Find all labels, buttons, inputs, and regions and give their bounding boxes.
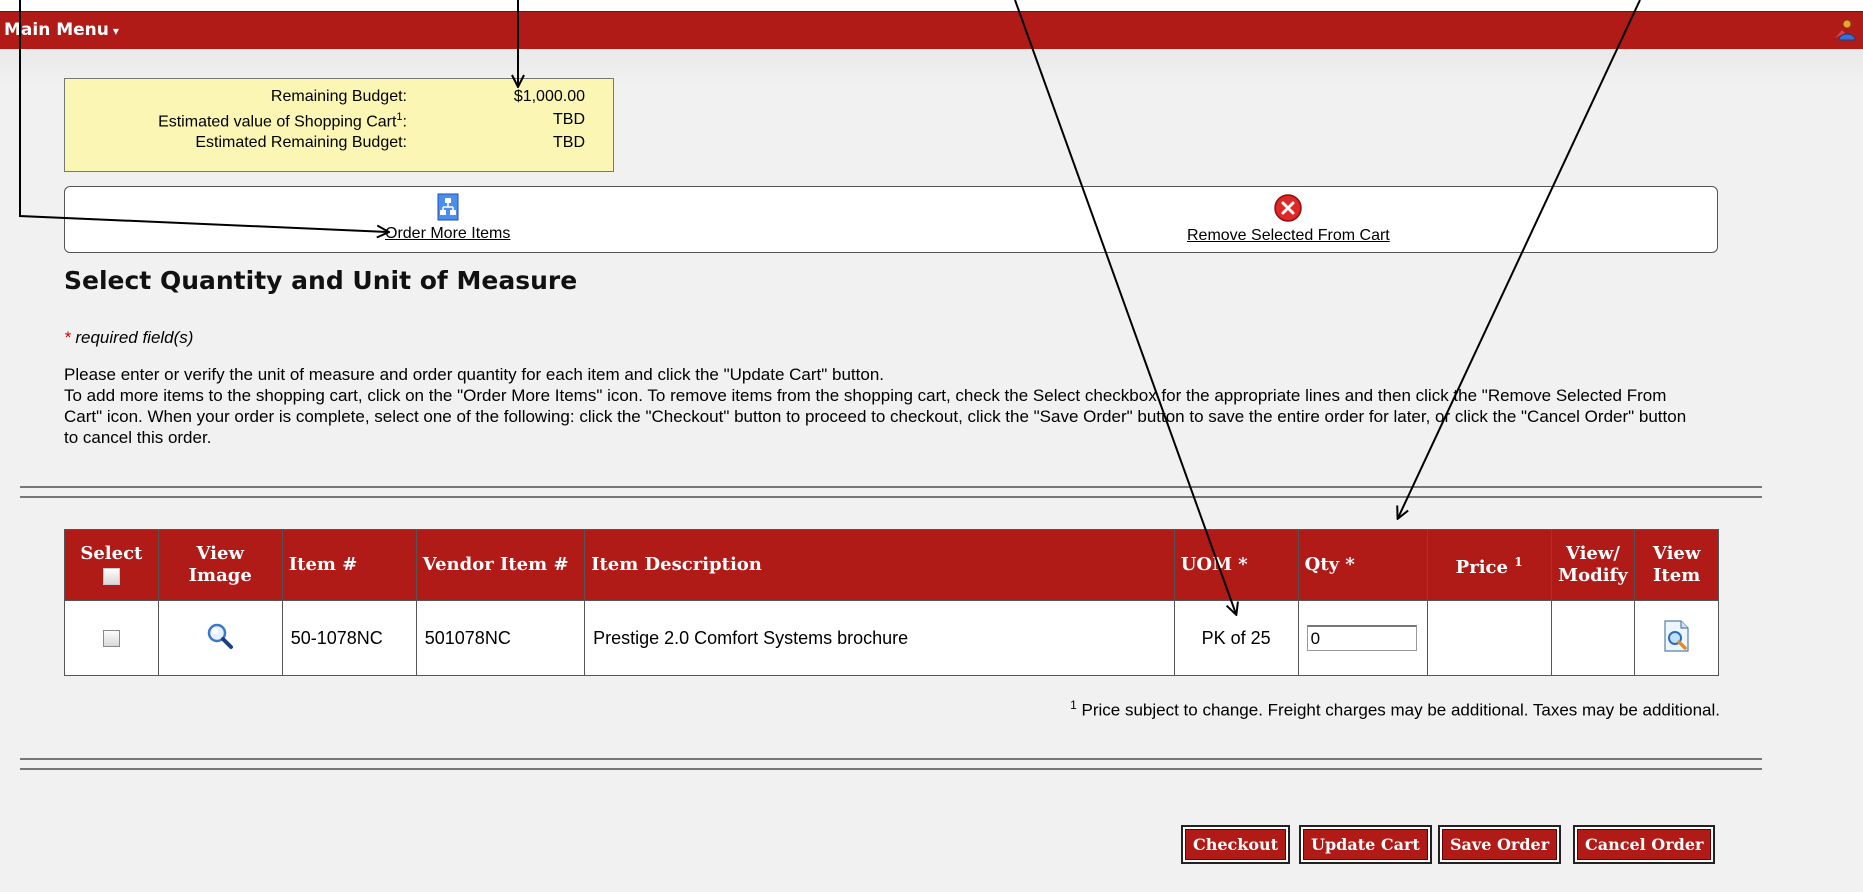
cell-view-image (157, 600, 283, 676)
cancel-order-button[interactable]: Cancel Order (1577, 829, 1712, 860)
remove-selected-action[interactable]: Remove Selected From Cart (1187, 193, 1390, 245)
cell-item-no: 50-1078NC (281, 600, 417, 676)
col-select: Select (64, 529, 159, 601)
cell-description: Prestige 2.0 Comfort Systems brochure (584, 600, 1175, 676)
cell-view-item (1634, 600, 1719, 676)
cart-action-bar: Order More Items Remove Selected From Ca… (64, 186, 1718, 253)
cart-value: TBD (553, 111, 585, 128)
user-icon[interactable] (1833, 18, 1857, 42)
top-strip (0, 0, 1863, 11)
budget-panel: Remaining Budget: $1,000.00 Estimated va… (64, 78, 614, 172)
cell-select (64, 600, 159, 676)
col-select-label: Select (80, 543, 143, 564)
col-view-item: View Item (1634, 529, 1719, 601)
cart-value-label: Estimated value of Shopping Cart1: (158, 111, 407, 131)
required-star: * (64, 328, 71, 347)
instructions-line-2: To add more items to the shopping cart, … (64, 386, 1687, 447)
col-vendor-item: Vendor Item # (415, 529, 586, 601)
checkout-button-frame: Checkout (1181, 825, 1291, 864)
save-order-button[interactable]: Save Order (1442, 829, 1558, 860)
footnote-marker: 1 (1070, 698, 1077, 712)
order-more-items-link[interactable]: Order More Items (385, 225, 510, 243)
page-title: Select Quantity and Unit of Measure (64, 266, 578, 295)
col-view-image-l2: Image (188, 565, 252, 586)
col-uom: UOM * (1173, 529, 1299, 601)
cell-view-modify (1550, 600, 1636, 676)
col-view-item-l2: Item (1653, 565, 1701, 586)
col-qty: Qty * (1297, 529, 1428, 601)
est-remaining-label: Estimated Remaining Budget: (195, 134, 407, 151)
qty-input[interactable] (1306, 625, 1417, 651)
footnote-text: Price subject to change. Freight charges… (1081, 700, 1721, 720)
col-view-image: View Image (157, 529, 283, 601)
update-cart-button-frame: Update Cart (1299, 825, 1432, 864)
table-row: 50-1078NC 501078NC Prestige 2.0 Comfort … (64, 600, 1719, 676)
remaining-budget-label: Remaining Budget: (270, 88, 407, 105)
checkout-button[interactable]: Checkout (1185, 829, 1287, 860)
col-view-image-l1: View (196, 543, 244, 564)
col-view-item-l1: View (1652, 543, 1701, 564)
col-description: Item Description (584, 529, 1175, 601)
col-view-modify: View/ Modify (1550, 529, 1636, 601)
cell-price (1426, 600, 1552, 676)
save-order-button-frame: Save Order (1438, 825, 1562, 864)
cancel-order-button-frame: Cancel Order (1573, 825, 1716, 864)
divider-top (20, 486, 1762, 498)
sitemap-icon[interactable] (437, 193, 459, 221)
required-note: * required field(s) (64, 328, 193, 348)
cart-table: Select View Image Item # Vendor Item # I… (64, 529, 1719, 676)
cart-value-text: Estimated value of Shopping Cart (158, 113, 397, 131)
main-menu[interactable]: Main Menu ▾ (4, 20, 119, 40)
col-view-modify-l2: Modify (1558, 565, 1628, 586)
cart-value-row: Estimated value of Shopping Cart1: TBD (65, 111, 615, 131)
chevron-down-icon: ▾ (112, 24, 119, 38)
menu-bar: Main Menu ▾ (0, 11, 1863, 49)
row-select-checkbox[interactable] (102, 630, 120, 648)
cart-value-colon: : (402, 113, 407, 131)
divider-bottom (20, 758, 1762, 770)
select-all-checkbox[interactable] (102, 567, 120, 585)
est-remaining-value: TBD (553, 134, 585, 151)
order-more-items-action[interactable]: Order More Items (385, 193, 510, 243)
col-price-footnote-ref: 1 (1514, 555, 1523, 569)
remove-selected-link[interactable]: Remove Selected From Cart (1187, 227, 1390, 245)
price-footnote: 1 Price subject to change. Freight charg… (920, 698, 1720, 721)
main-menu-label: Main Menu (4, 20, 109, 40)
magnifier-icon[interactable] (204, 620, 236, 652)
est-remaining-row: Estimated Remaining Budget: TBD (65, 134, 615, 154)
remaining-budget-row: Remaining Budget: $1,000.00 (65, 88, 615, 108)
col-price-label: Price (1455, 557, 1508, 578)
update-cart-button[interactable]: Update Cart (1303, 829, 1428, 860)
cell-vendor-item: 501078NC (415, 600, 586, 676)
document-view-icon[interactable] (1662, 619, 1692, 652)
remove-icon[interactable] (1273, 193, 1303, 223)
required-text: required field(s) (75, 328, 194, 347)
instructions: Please enter or verify the unit of measu… (64, 364, 1704, 448)
col-item-no: Item # (281, 529, 417, 601)
cell-qty (1297, 600, 1428, 676)
cell-uom: PK of 25 (1173, 600, 1299, 676)
col-price: Price 1 (1426, 529, 1552, 601)
col-view-modify-l1: View/ (1565, 543, 1620, 564)
remaining-budget-value: $1,000.00 (513, 88, 585, 105)
instructions-line-1: Please enter or verify the unit of measu… (64, 365, 885, 384)
table-header-row: Select View Image Item # Vendor Item # I… (64, 529, 1719, 601)
